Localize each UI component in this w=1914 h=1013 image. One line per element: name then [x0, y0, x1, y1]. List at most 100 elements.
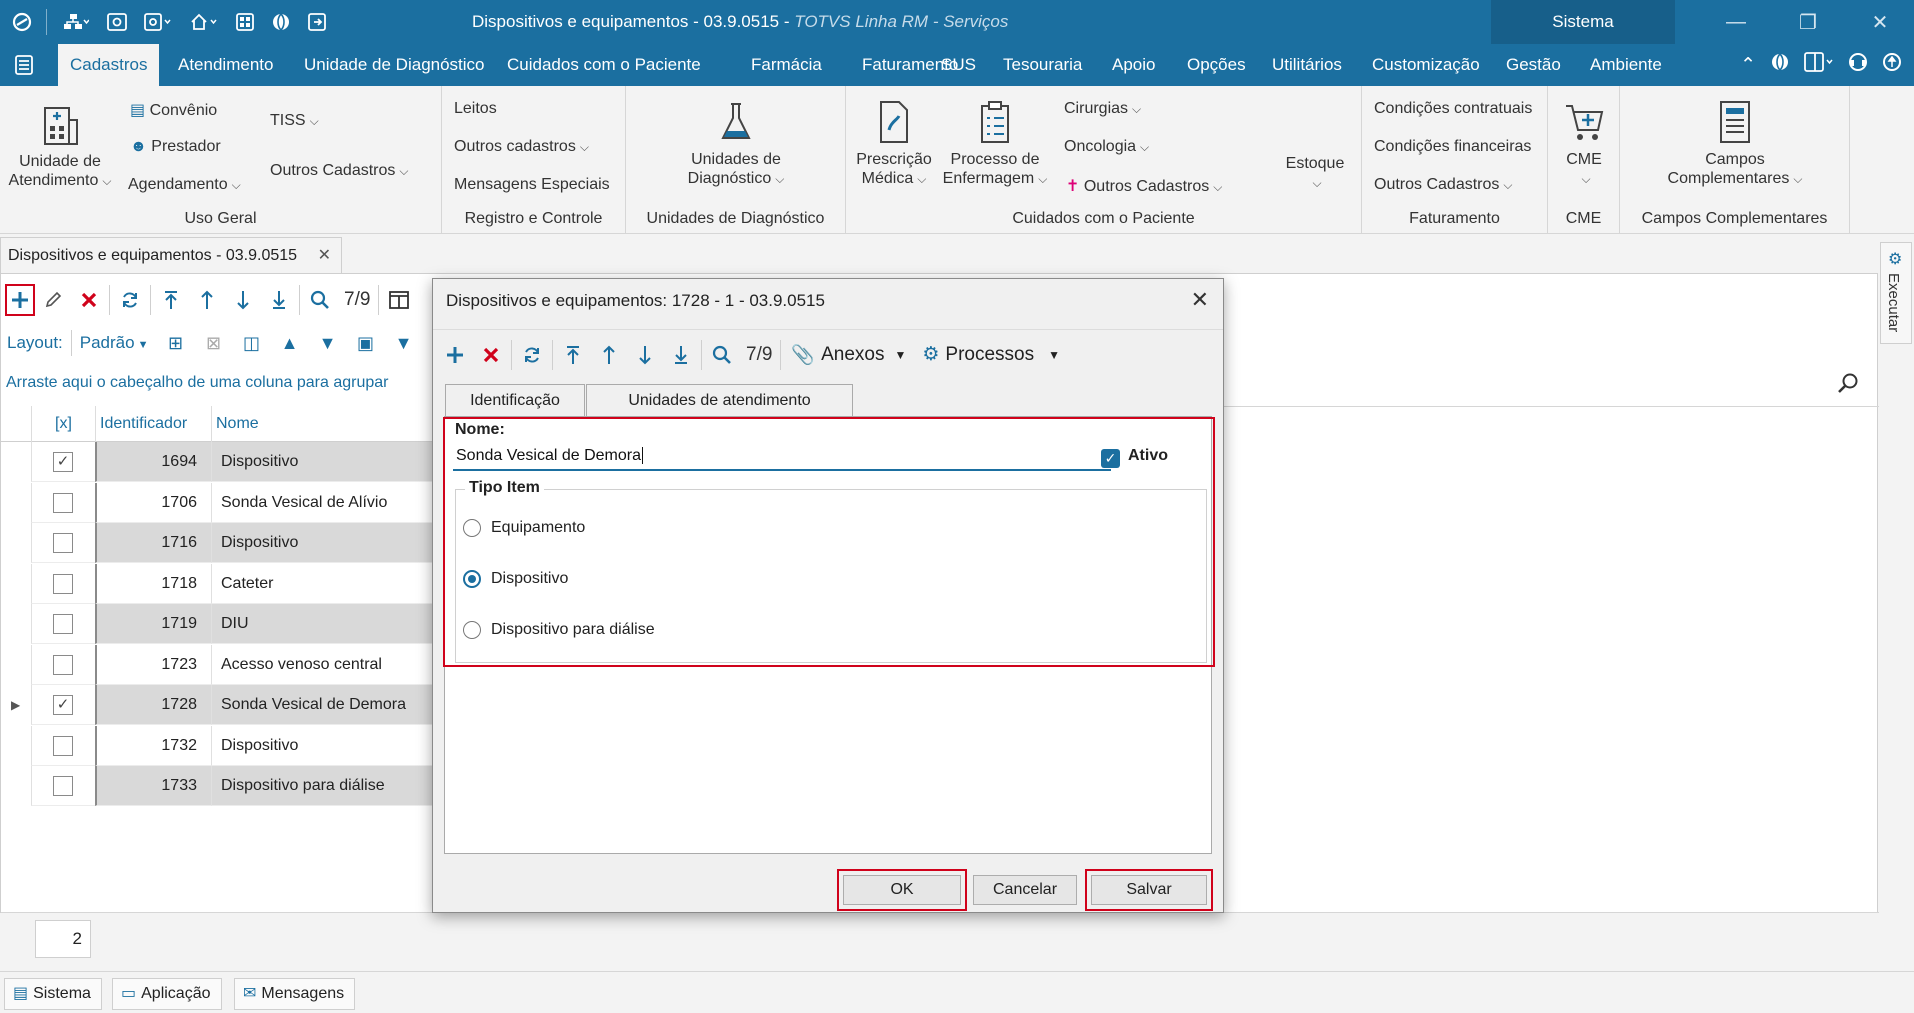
table-row[interactable]: 1716 Dispositivo	[1, 523, 433, 563]
minimize-icon[interactable]: —	[1700, 0, 1772, 44]
support-icon[interactable]	[1848, 52, 1868, 78]
restore-icon[interactable]: ❐	[1772, 0, 1844, 44]
add-record-button[interactable]	[5, 284, 35, 316]
table-row[interactable]: 1706 Sonda Vesical de Alívio	[1, 482, 433, 523]
tiss-button[interactable]: TISS ⌵	[270, 112, 319, 130]
unidade-atendimento-button[interactable]: Unidade de Atendimento ⌵	[4, 102, 116, 191]
next-record-button[interactable]	[225, 282, 261, 318]
dialog-search-button[interactable]	[704, 337, 740, 373]
refresh-button[interactable]	[112, 282, 148, 318]
previous-record-button[interactable]	[189, 282, 225, 318]
collapse-ribbon-icon[interactable]: ⌃	[1740, 54, 1756, 77]
radio-button[interactable]	[463, 519, 481, 537]
dialog-previous-button[interactable]	[591, 337, 627, 373]
oncologia-button[interactable]: Oncologia ⌵	[1064, 138, 1149, 156]
unidades-diagnostico-button[interactable]: Unidades de Diagnóstico ⌵	[646, 100, 826, 189]
radio-button[interactable]	[463, 621, 481, 639]
executar-side-tab[interactable]: ⚙ Executar	[1880, 242, 1912, 344]
dialog-refresh-button[interactable]	[514, 337, 550, 373]
menu-cuidados-paciente[interactable]: Cuidados com o Paciente	[495, 44, 713, 86]
table-row[interactable]: 1723 Acesso venoso central	[1, 644, 433, 685]
help-globe-icon[interactable]	[263, 7, 299, 37]
org-chart-icon[interactable]	[53, 7, 99, 37]
agendamento-button[interactable]: Agendamento ⌵	[128, 176, 241, 194]
last-record-button[interactable]	[261, 282, 297, 318]
condicoes-financeiras-button[interactable]: Condições financeiras	[1374, 138, 1531, 156]
columns-view-button[interactable]	[381, 282, 417, 318]
layout-select[interactable]: Padrão ▼	[80, 333, 149, 353]
table-row[interactable]: 1733 Dispositivo para diálise	[1, 766, 433, 806]
dialog-last-button[interactable]	[663, 337, 699, 373]
processo-enfermagem-button[interactable]: Processo de Enfermagem ⌵	[940, 100, 1050, 189]
layout-panel-icon[interactable]	[1804, 52, 1834, 78]
column-header-check[interactable]: [x]	[31, 406, 95, 442]
layout-add-icon[interactable]: ⊞	[157, 333, 195, 354]
window-menu-icon[interactable]	[135, 7, 181, 37]
ok-button[interactable]: OK	[843, 875, 961, 905]
outros-cadastros-cuidados-button[interactable]: ✝ Outros Cadastros ⌵	[1066, 176, 1222, 196]
layout-apply-icon[interactable]: ◫	[233, 333, 271, 354]
calculator-icon[interactable]	[227, 7, 263, 37]
row-checkbox[interactable]	[53, 614, 73, 634]
radio-button-selected[interactable]	[463, 570, 481, 588]
menu-atendimento[interactable]: Atendimento	[166, 44, 285, 86]
close-window-icon[interactable]: ✕	[1844, 0, 1914, 44]
exit-icon[interactable]	[299, 7, 335, 37]
condicoes-contratuais-button[interactable]: Condições contratuais	[1374, 100, 1532, 118]
dialog-first-button[interactable]	[555, 337, 591, 373]
table-row[interactable]: 1732 Dispositivo	[1, 725, 433, 766]
radio-equipamento[interactable]: Equipamento	[463, 517, 585, 539]
menu-apoio[interactable]: Apoio	[1100, 44, 1167, 86]
layout-download-icon[interactable]: ▼	[309, 333, 347, 354]
layout-upload-icon[interactable]: ▲	[271, 333, 309, 354]
edit-record-button[interactable]	[35, 282, 71, 318]
save-button[interactable]: Salvar	[1091, 875, 1207, 905]
column-header-nome[interactable]: Nome	[211, 406, 433, 442]
radio-dispositivo[interactable]: Dispositivo	[463, 568, 568, 590]
help-icon[interactable]	[1770, 52, 1790, 78]
row-checkbox[interactable]	[53, 573, 73, 594]
menu-farmacia[interactable]: Farmácia	[739, 44, 834, 86]
table-row[interactable]: ✓ 1694 Dispositivo	[1, 442, 433, 482]
menu-unidade-diagnostico[interactable]: Unidade de Diagnóstico	[292, 44, 497, 86]
outros-cadastros-button[interactable]: Outros Cadastros ⌵	[270, 162, 409, 180]
status-tab-mensagens[interactable]: ✉ Mensagens	[234, 978, 356, 1010]
menu-opcoes[interactable]: Opções	[1175, 44, 1258, 86]
leitos-button[interactable]: Leitos	[454, 100, 497, 118]
processos-menu[interactable]: ⚙ Processos ▼	[914, 343, 1068, 366]
layout-pin-icon[interactable]: ▼	[385, 333, 423, 354]
outros-cadastros-faturamento-button[interactable]: Outros Cadastros ⌵	[1374, 176, 1513, 194]
nome-input[interactable]: Sonda Vesical de Demora	[453, 441, 1111, 471]
row-checkbox[interactable]: ✓	[53, 452, 73, 472]
tab-identificacao[interactable]: Identificação	[445, 384, 585, 417]
tab-unidades-atendimento[interactable]: Unidades de atendimento	[586, 384, 853, 417]
prescricao-medica-button[interactable]: Prescrição Médica ⌵	[854, 100, 934, 189]
table-row[interactable]: ✓ 1728 Sonda Vesical de Demora ▶	[1, 685, 433, 725]
document-tab[interactable]: Dispositivos e equipamentos - 03.9.0515 …	[0, 237, 342, 273]
cancel-button[interactable]: Cancelar	[973, 875, 1077, 905]
menu-tesouraria[interactable]: Tesouraria	[991, 44, 1094, 86]
cme-button[interactable]: CME ⌵	[1552, 100, 1616, 189]
app-logo-icon[interactable]	[4, 7, 40, 37]
convenio-button[interactable]: ▤ Convênio	[130, 100, 217, 120]
menu-sus[interactable]: SUS	[929, 44, 988, 86]
ativo-checkbox[interactable]: ✓	[1101, 449, 1120, 468]
ativo-label[interactable]: Ativo	[1128, 447, 1168, 465]
menu-ambiente[interactable]: Ambiente	[1578, 44, 1674, 86]
layout-remove-icon[interactable]: ⊠	[195, 333, 233, 354]
close-tab-icon[interactable]: ✕	[318, 238, 331, 274]
dialog-next-button[interactable]	[627, 337, 663, 373]
menu-gestao[interactable]: Gestão	[1494, 44, 1573, 86]
delete-record-button[interactable]	[71, 282, 107, 318]
cirurgias-button[interactable]: Cirurgias ⌵	[1064, 100, 1141, 118]
row-checkbox[interactable]	[53, 735, 73, 756]
anexos-menu[interactable]: 📎 Anexos ▼	[783, 343, 914, 367]
grid-search-icon[interactable]	[1837, 372, 1859, 400]
campos-complementares-button[interactable]: Campos Complementares ⌵	[1640, 100, 1830, 189]
notifications-icon[interactable]	[1882, 52, 1902, 78]
row-checkbox[interactable]	[53, 776, 73, 796]
table-row[interactable]: 1719 DIU	[1, 604, 433, 644]
outros-cadastros-registro-button[interactable]: Outros cadastros ⌵	[454, 138, 589, 156]
table-row[interactable]: 1718 Cateter	[1, 563, 433, 604]
menu-utilitarios[interactable]: Utilitários	[1260, 44, 1354, 86]
